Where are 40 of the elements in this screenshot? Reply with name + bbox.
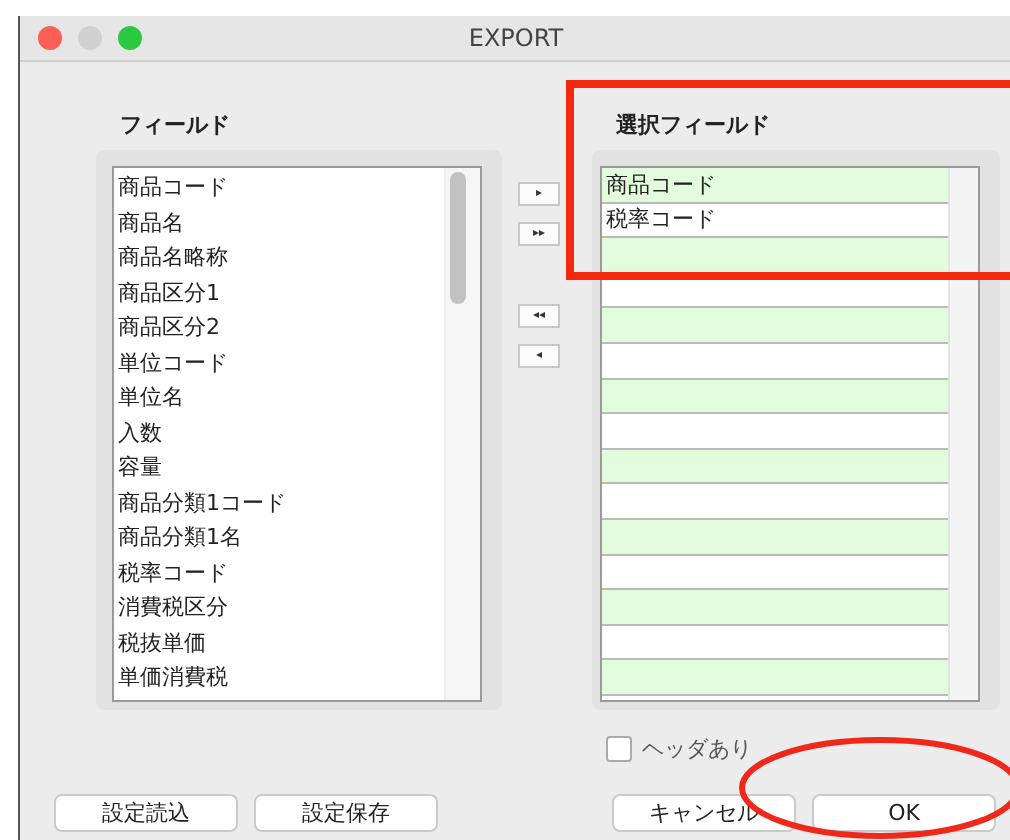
empty-list-row[interactable] <box>602 308 948 344</box>
empty-list-row[interactable] <box>602 590 948 626</box>
header-checkbox-label[interactable]: ヘッダあり <box>642 734 752 764</box>
empty-list-row[interactable] <box>602 449 948 485</box>
field-item[interactable]: 容量 <box>118 450 162 485</box>
field-item[interactable]: 税率コード <box>118 555 228 590</box>
field-item[interactable]: 消費税区分 <box>118 590 228 625</box>
field-item[interactable]: 税抜単価 <box>118 625 206 660</box>
empty-list-row[interactable] <box>602 660 948 696</box>
field-item[interactable]: 商品コード <box>118 170 228 205</box>
settings-button[interactable]: 設定保存 <box>254 794 438 832</box>
empty-list-row[interactable] <box>602 238 948 274</box>
field-item[interactable]: 単位コード <box>118 345 228 380</box>
field-item[interactable]: 入数 <box>118 415 162 450</box>
settings-button[interactable]: 設定読込 <box>54 794 238 832</box>
field-item[interactable]: 単価消費税 <box>118 660 228 695</box>
zoom-button[interactable] <box>118 26 142 50</box>
selected-fields-label: 選択フィールド <box>614 112 772 140</box>
close-button[interactable] <box>38 26 62 50</box>
header-checkbox[interactable] <box>606 736 632 762</box>
selected-field-item[interactable]: 商品コード <box>602 168 948 204</box>
field-item[interactable]: 商品区分1 <box>118 275 220 310</box>
field-item[interactable]: 商品名 <box>118 205 184 240</box>
field-item[interactable]: 単位名 <box>118 380 184 415</box>
ok-button[interactable]: OK <box>812 794 996 832</box>
empty-list-row[interactable] <box>602 555 948 591</box>
field-item[interactable]: 商品名略称 <box>118 240 228 275</box>
empty-list-row[interactable] <box>602 625 948 661</box>
fields-label: フィールド <box>118 112 232 140</box>
empty-list-row[interactable] <box>602 379 948 415</box>
scrollbar[interactable] <box>444 168 480 700</box>
field-item[interactable]: 商品分類1名 <box>118 520 242 555</box>
field-item[interactable]: 商品分類1コード <box>118 485 286 520</box>
scrollbar[interactable] <box>948 168 978 700</box>
window-title: EXPORT <box>468 24 564 52</box>
scrollbar-thumb[interactable] <box>450 172 466 304</box>
field-item[interactable]: 商品区分2 <box>118 310 220 345</box>
selected-field-item[interactable]: 税率コード <box>602 203 948 239</box>
cancel-button[interactable]: キャンセル <box>612 794 796 832</box>
empty-list-row[interactable] <box>602 519 948 556</box>
